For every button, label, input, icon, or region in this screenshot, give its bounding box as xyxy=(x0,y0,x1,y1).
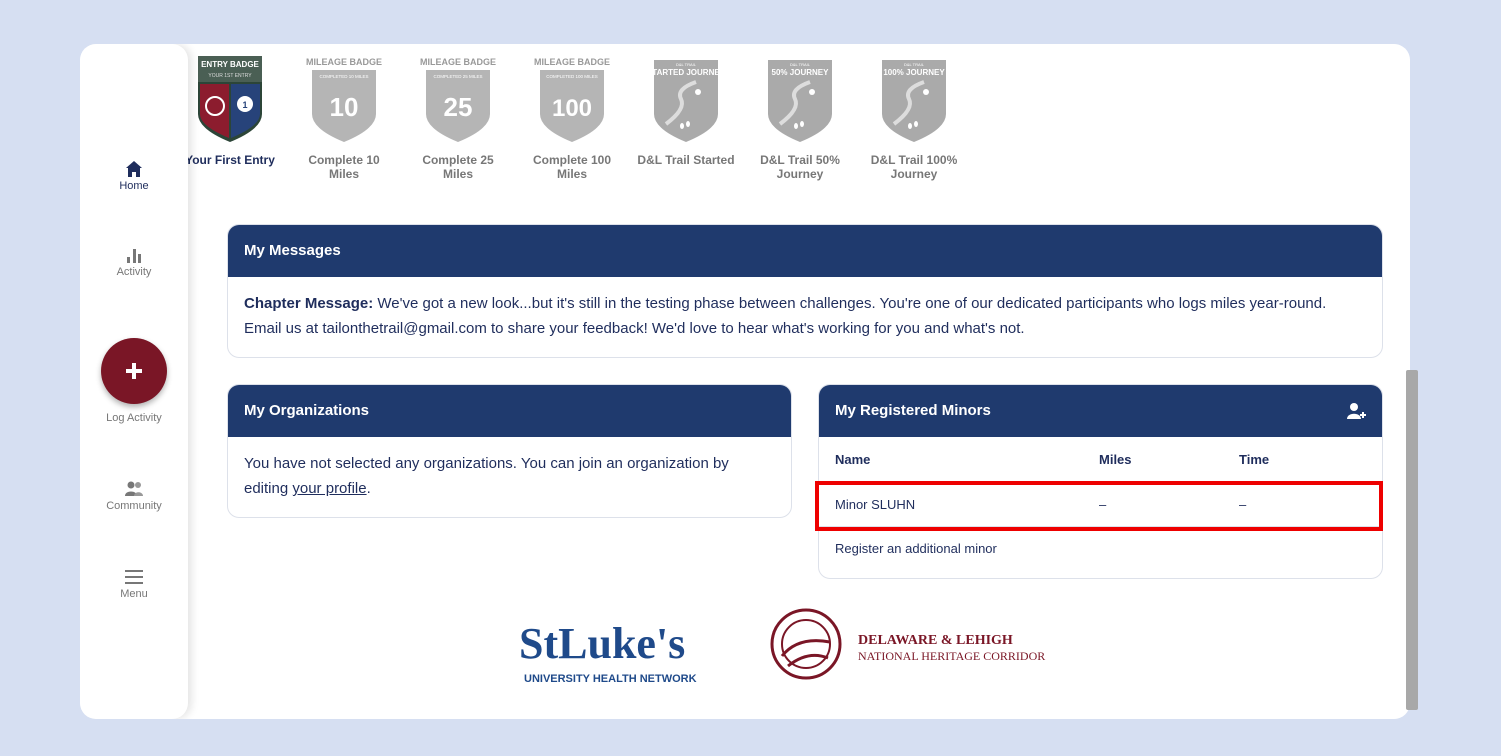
stlukes-sub: UNIVERSITY HEALTH NETWORK xyxy=(524,673,697,685)
log-activity-label: Log Activity xyxy=(106,412,162,424)
badge-label: D&L Trail 100% Journey xyxy=(870,153,958,181)
badge-top-text: ENTRY BADGE xyxy=(201,60,259,69)
add-person-icon[interactable] xyxy=(1346,401,1366,421)
badge-number: 100 xyxy=(552,95,592,122)
badge-label: Complete 100 Miles xyxy=(532,153,612,181)
messages-body: Chapter Message: We've got a new look...… xyxy=(228,277,1382,355)
badge-100-miles[interactable]: MILEAGE BADGE COMPLETED 100 MILES 100 Co… xyxy=(522,54,622,181)
organizations-body: You have not selected any organizations.… xyxy=(228,437,791,515)
register-row: Register an additional minor xyxy=(819,527,1382,571)
bar-chart-icon xyxy=(127,249,141,263)
minors-header: My Registered Minors xyxy=(819,385,1382,437)
organizations-card: My Organizations You have not selected a… xyxy=(227,384,792,518)
scrollbar-thumb[interactable] xyxy=(1406,370,1418,710)
badge-10-miles[interactable]: MILEAGE BADGE COMPLETED 10 MILES 10 Comp… xyxy=(294,54,394,181)
people-icon xyxy=(125,481,143,496)
column-name: Name xyxy=(835,452,871,467)
stlukes-name: StLuke's xyxy=(519,619,685,668)
badge-label: Complete 10 Miles xyxy=(308,153,380,181)
badge-number: 10 xyxy=(330,92,359,122)
your-profile-link[interactable]: your profile xyxy=(292,480,366,497)
nav-home-label: Home xyxy=(119,180,149,192)
stlukes-logo: StLuke's UNIVERSITY HEALTH NETWORK xyxy=(519,606,719,686)
badge-sub-text: COMPLETED 25 MILES xyxy=(433,74,482,79)
badge-sub-text: YOUR 1ST ENTRY xyxy=(208,73,252,79)
organizations-text-end: . xyxy=(366,480,371,497)
home-icon xyxy=(126,161,142,177)
badge-top-text: 100% JOURNEY xyxy=(883,68,945,77)
badge-label: Complete 25 Miles xyxy=(422,153,494,181)
mileage-badge-icon: MILEAGE BADGE COMPLETED 10 MILES 10 xyxy=(306,57,382,142)
badge-sub-text: D&L TRAIL xyxy=(790,62,811,67)
minors-title: My Registered Minors xyxy=(835,402,991,419)
badge-top-text: 50% JOURNEY xyxy=(772,68,830,77)
nav-home[interactable]: Home xyxy=(80,160,188,192)
badge-sub-text: D&L TRAIL xyxy=(676,62,697,67)
nav-activity-label: Activity xyxy=(116,266,152,278)
hamburger-menu-icon xyxy=(125,570,143,584)
column-miles: Miles xyxy=(1099,452,1132,467)
badge-number: 25 xyxy=(444,92,473,122)
log-activity-button[interactable] xyxy=(101,338,167,404)
badge-label: D&L Trail Started xyxy=(637,153,735,167)
dl-line1: DELAWARE & LEHIGH xyxy=(858,633,1013,648)
chapter-message-prefix: Chapter Message: xyxy=(244,295,374,312)
badge-label: D&L Trail 50% Journey xyxy=(760,153,840,181)
nav-community[interactable]: Community xyxy=(80,480,188,512)
mileage-badge-icon: MILEAGE BADGE COMPLETED 100 MILES 100 xyxy=(534,57,610,142)
chapter-message-text: We've got a new look...but it's still in… xyxy=(244,295,1327,337)
delaware-lehigh-logo: DELAWARE & LEHIGH NATIONAL HERITAGE CORR… xyxy=(768,606,1108,686)
app-window: Home Activity Log Activity Community Men… xyxy=(80,44,1410,719)
organizations-title: My Organizations xyxy=(228,385,791,437)
register-minor-link[interactable]: Register an additional minor xyxy=(835,541,997,556)
plus-icon xyxy=(126,363,142,379)
minors-table-header: Name Miles Time xyxy=(819,437,1382,482)
mileage-badge-icon: MILEAGE BADGE COMPLETED 25 MILES 25 xyxy=(420,57,496,142)
svg-text:1: 1 xyxy=(242,100,247,110)
trail-badge-icon: D&L TRAIL 50% JOURNEY xyxy=(768,60,832,142)
nav-menu[interactable]: Menu xyxy=(80,568,188,600)
badge-top-text: MILEAGE BADGE xyxy=(534,57,610,67)
highlight-box xyxy=(815,481,1383,531)
badge-label: Your First Entry xyxy=(185,153,275,167)
badge-sub-text: COMPLETED 100 MILES xyxy=(546,74,598,79)
badge-25-miles[interactable]: MILEAGE BADGE COMPLETED 25 MILES 25 Comp… xyxy=(408,54,508,181)
badge-trail-50[interactable]: D&L TRAIL 50% JOURNEY D&L Trail 50% Jour… xyxy=(750,54,850,181)
column-time: Time xyxy=(1239,452,1270,467)
badges-row: ENTRY BADGE YOUR 1ST ENTRY 1 Your First … xyxy=(80,54,1410,194)
badge-sub-text: COMPLETED 10 MILES xyxy=(319,74,368,79)
badge-trail-started[interactable]: D&L TRAIL STARTED JOURNEY D&L Trail Star… xyxy=(636,54,736,167)
nav-menu-label: Menu xyxy=(120,588,148,600)
badge-trail-100[interactable]: D&L TRAIL 100% JOURNEY D&L Trail 100% Jo… xyxy=(864,54,964,181)
badge-top-text: MILEAGE BADGE xyxy=(420,57,496,67)
nav-community-label: Community xyxy=(106,500,162,512)
trail-badge-icon: D&L TRAIL 100% JOURNEY xyxy=(882,60,946,142)
badge-sub-text: D&L TRAIL xyxy=(904,62,925,67)
badge-top-text: MILEAGE BADGE xyxy=(306,57,382,67)
dl-line2: NATIONAL HERITAGE CORRIDOR xyxy=(858,649,1045,663)
sidebar: Home Activity Log Activity Community Men… xyxy=(80,44,188,719)
trail-badge-icon: D&L TRAIL STARTED JOURNEY xyxy=(647,60,726,142)
badge-top-text: STARTED JOURNEY xyxy=(647,68,726,77)
messages-card: My Messages Chapter Message: We've got a… xyxy=(227,224,1383,358)
messages-title: My Messages xyxy=(228,225,1382,277)
entry-badge-icon: ENTRY BADGE YOUR 1ST ENTRY 1 xyxy=(198,56,262,142)
nav-activity[interactable]: Activity xyxy=(80,246,188,278)
badge-first-entry[interactable]: ENTRY BADGE YOUR 1ST ENTRY 1 Your First … xyxy=(180,54,280,167)
